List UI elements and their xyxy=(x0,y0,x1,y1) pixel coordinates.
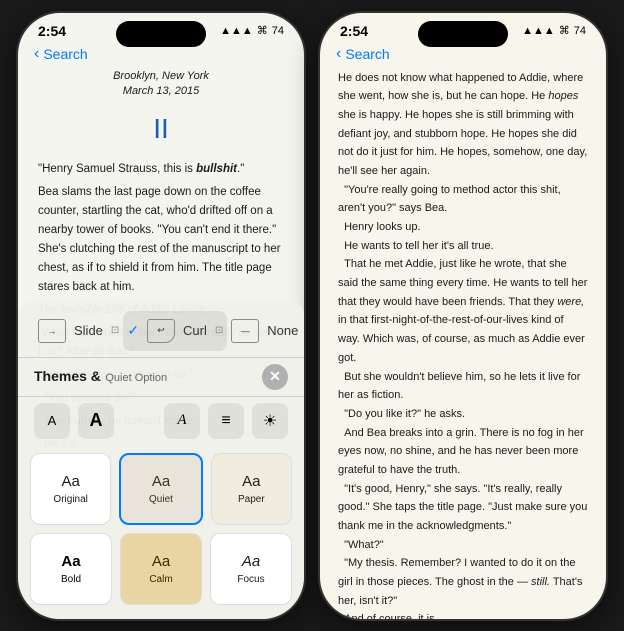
quiet-option-label: Quiet Option xyxy=(105,372,167,384)
font-layout-button[interactable]: ≡ xyxy=(208,403,244,439)
dynamic-island-left xyxy=(116,21,206,47)
chapter-number: II xyxy=(38,107,284,152)
theme-original[interactable]: Aa Original xyxy=(30,453,111,525)
font-large-button[interactable]: A xyxy=(78,403,114,439)
font-small-button[interactable]: A xyxy=(34,403,70,439)
theme-focus[interactable]: Aa Focus xyxy=(210,533,292,605)
book-header: Brooklyn, New York March 13, 2015 xyxy=(38,69,284,100)
dynamic-island-right xyxy=(418,21,508,47)
signal-icon-right: ▲▲▲ xyxy=(522,25,555,37)
curl-icon: ↩ xyxy=(147,319,175,343)
close-button[interactable]: ✕ xyxy=(262,364,288,390)
status-time-right: 2:54 xyxy=(340,23,368,39)
left-phone: 2:54 ▲▲▲ ⌘ 74 ‹ Search Brooklyn, New Yor… xyxy=(16,11,306,621)
theme-paper[interactable]: Aa Paper xyxy=(211,453,292,525)
theme-calm[interactable]: Aa Calm xyxy=(120,533,202,605)
wifi-icon: ⌘ xyxy=(257,24,268,37)
battery-icon-right: 74 xyxy=(574,25,586,37)
font-style-button[interactable]: A xyxy=(164,403,200,439)
status-bar-right: 2:54 ▲▲▲ ⌘ 74 xyxy=(320,13,606,43)
right-phone: 2:54 ▲▲▲ ⌘ 74 ‹ Search He does not know … xyxy=(318,11,608,621)
status-bar-left: 2:54 ▲▲▲ ⌘ 74 xyxy=(18,13,304,43)
font-brightness-button[interactable]: ☀ xyxy=(252,403,288,439)
theme-cards-row2: Aa Bold Aa Calm Aa Focus xyxy=(18,533,304,619)
scroll-none[interactable]: — None xyxy=(227,311,302,351)
back-button-left[interactable]: ‹ Search xyxy=(34,45,88,63)
font-controls: A A A ≡ ☀ xyxy=(18,396,304,445)
battery-icon: 74 xyxy=(272,25,284,37)
book-content-right: He does not know what happened to Addie,… xyxy=(320,69,606,621)
theme-cards-row1: Aa Original Aa Quiet Aa Paper xyxy=(18,445,304,533)
wifi-icon-right: ⌘ xyxy=(559,24,570,37)
status-time-left: 2:54 xyxy=(38,23,66,39)
themes-row: Themes & Quiet Option ✕ xyxy=(18,357,304,396)
scroll-curl[interactable]: ✓ ↩ Curl ⊡ xyxy=(123,311,227,351)
theme-bold[interactable]: Aa Bold xyxy=(30,533,112,605)
signal-icon: ▲▲▲ xyxy=(220,25,253,37)
chevron-left-icon-right: ‹ xyxy=(336,45,341,63)
status-icons-left: ▲▲▲ ⌘ 74 xyxy=(220,24,284,37)
back-button-right[interactable]: ‹ Search xyxy=(336,45,390,63)
checkmark-icon: ✓ xyxy=(127,322,139,339)
scroll-slide[interactable]: → Slide ⊡ xyxy=(34,311,123,351)
chevron-left-icon: ‹ xyxy=(34,45,39,63)
phones-container: 2:54 ▲▲▲ ⌘ 74 ‹ Search Brooklyn, New Yor… xyxy=(16,11,608,621)
theme-quiet[interactable]: Aa Quiet xyxy=(119,453,202,525)
status-icons-right: ▲▲▲ ⌘ 74 xyxy=(522,24,586,37)
themes-label: Themes & Quiet Option xyxy=(34,368,167,386)
overlay-panel: → Slide ⊡ ✓ ↩ Curl ⊡ — None Themes xyxy=(18,301,304,619)
back-label-left: Search xyxy=(43,46,87,62)
back-label-right: Search xyxy=(345,46,389,62)
none-icon: — xyxy=(231,319,259,343)
scroll-options: → Slide ⊡ ✓ ↩ Curl ⊡ — None xyxy=(18,301,304,357)
slide-icon: → xyxy=(38,319,66,343)
